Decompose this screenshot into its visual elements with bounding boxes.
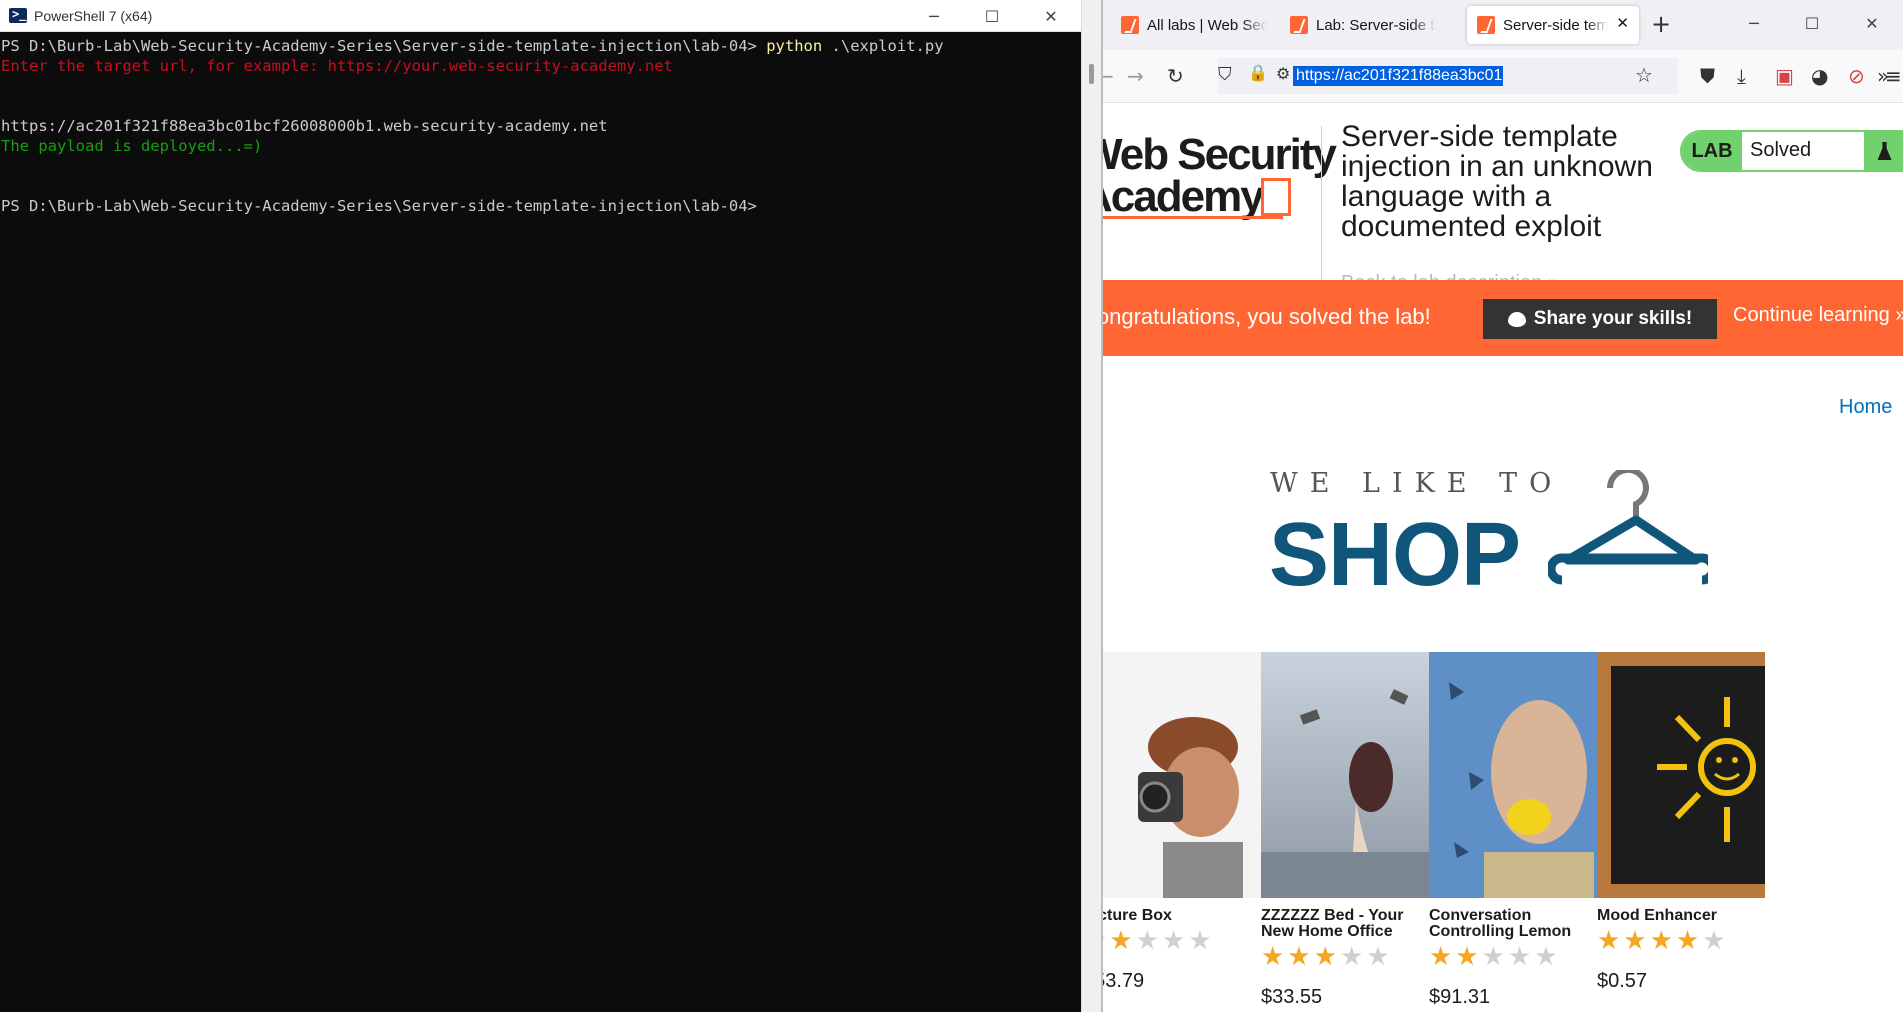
url-text[interactable]: https://ac201f321f88ea3bc01bcf26008000b1… xyxy=(1293,66,1503,86)
terminal-text: python xyxy=(766,37,823,55)
product-name[interactable]: Mood Enhancer xyxy=(1597,908,1765,924)
academy-logo[interactable]: Academy xyxy=(1103,172,1265,222)
congratulations-banner: Congratulations, you solved the lab! Sha… xyxy=(1103,280,1903,356)
extension-icon[interactable]: ◕ xyxy=(1811,64,1828,88)
terminal-line: PS D:\Burb-Lab\Web-Security-Academy-Seri… xyxy=(1,36,1081,56)
tab-all-labs[interactable]: All labs | Web Security Academy xyxy=(1111,6,1273,44)
lemon-image[interactable] xyxy=(1429,652,1597,898)
terminal-text: The payload is deployed...=) xyxy=(1,137,263,155)
product-card[interactable]: Mood Enhancer ★★★★★ $0.57 xyxy=(1597,652,1765,1012)
terminal-output[interactable]: PS D:\Burb-Lab\Web-Security-Academy-Seri… xyxy=(0,36,1081,1012)
logo-underline xyxy=(1103,216,1283,219)
navigation-bar: ← → ↻ ⛉ 🔒 ⚙ ☆ https://ac201f321f88ea3bc0… xyxy=(1103,50,1903,103)
new-tab-button[interactable]: + xyxy=(1651,10,1671,38)
terminal-scrollbar[interactable] xyxy=(1081,0,1101,1012)
terminal-text: .\exploit.py xyxy=(822,37,944,55)
terminal-line: https://ac201f321f88ea3bc01bcf26008000b1… xyxy=(1,116,1081,136)
share-label: Share your skills! xyxy=(1533,308,1693,329)
product-name[interactable]: ZZZZZZ Bed - Your New Home Office xyxy=(1261,908,1429,940)
lab-status: Solved xyxy=(1750,139,1812,161)
download-icon[interactable]: ⤓ xyxy=(1737,64,1746,88)
product-price: $33.55 xyxy=(1261,986,1323,1008)
portswigger-favicon-icon xyxy=(1477,16,1495,34)
tab-label: Server-side template injection xyxy=(1503,16,1608,34)
terminal-text: PS D:\Burb-Lab\Web-Security-Academy-Seri… xyxy=(1,37,767,55)
close-tab-icon[interactable]: ✕ xyxy=(1616,14,1629,32)
shop-banner-subtitle: WE LIKE TO xyxy=(1270,468,1564,499)
maximize-button[interactable]: ☐ xyxy=(1783,0,1841,46)
minimize-button[interactable]: ─ xyxy=(905,0,963,32)
terminal-line: Enter the target url, for example: https… xyxy=(1,56,1081,76)
powershell-titlebar[interactable]: >_ PowerShell 7 (x64) ─ ☐ ✕ xyxy=(0,0,1081,32)
share-skills-button[interactable]: Share your skills! xyxy=(1483,299,1717,339)
lab-status-badge: LAB Solved xyxy=(1680,130,1903,172)
page-content: Web Security Academy Server-side templat… xyxy=(1103,104,1903,1012)
twitter-icon xyxy=(1507,311,1526,327)
picture-box-image[interactable] xyxy=(1103,652,1271,898)
portswigger-favicon-icon xyxy=(1121,16,1139,34)
close-button[interactable]: ✕ xyxy=(1021,0,1081,32)
continue-learning-link[interactable]: Continue learning » xyxy=(1733,304,1903,327)
tab-label: Lab: Server-side template injection xyxy=(1316,16,1436,34)
tab-lab-page[interactable]: Server-side template injection ✕ xyxy=(1467,6,1639,44)
terminal-text: https://ac201f321f88ea3bc01bcf26008000b1… xyxy=(1,117,608,135)
academy-header: Web Security Academy Server-side templat… xyxy=(1103,104,1903,298)
product-name[interactable]: Picture Box xyxy=(1103,908,1273,924)
mood-enhancer-image[interactable] xyxy=(1597,652,1765,898)
product-price: $0.57 xyxy=(1597,970,1648,992)
bookmark-star-icon[interactable]: ☆ xyxy=(1635,63,1653,87)
congratulations-text: Congratulations, you solved the lab! xyxy=(1103,304,1431,329)
product-card[interactable]: Conversation Controlling Lemon ★★★★★ $91… xyxy=(1429,652,1597,1012)
star-rating: ★★★★★ xyxy=(1261,942,1393,972)
product-name[interactable]: Conversation Controlling Lemon xyxy=(1429,908,1597,940)
lab-label: LAB xyxy=(1682,132,1742,170)
tab-bar: All labs | Web Security Academy Lab: Ser… xyxy=(1103,0,1903,50)
bed-image[interactable] xyxy=(1261,652,1429,898)
permissions-icon[interactable]: ⚙ xyxy=(1276,64,1290,83)
product-price: $53.79 xyxy=(1103,970,1145,992)
firefox-window: All labs | Web Security Academy Lab: Ser… xyxy=(1103,0,1903,1012)
pocket-icon[interactable]: ⛊ xyxy=(1700,64,1715,88)
hanger-icon xyxy=(1548,470,1708,585)
powershell-window: >_ PowerShell 7 (x64) ─ ☐ ✕ PS D:\Burb-L… xyxy=(0,0,1081,1012)
terminal-text: Enter the target url, for example: https… xyxy=(1,57,673,75)
extension-icon[interactable]: ▣ xyxy=(1775,64,1794,88)
portswigger-favicon-icon xyxy=(1290,16,1308,34)
terminal-line: PS D:\Burb-Lab\Web-Security-Academy-Seri… xyxy=(1,196,1081,216)
close-button[interactable]: ✕ xyxy=(1841,0,1903,46)
maximize-button[interactable]: ☐ xyxy=(963,0,1021,32)
tracking-protection-icon[interactable]: ⛉ xyxy=(1218,64,1232,85)
minimize-button[interactable]: ─ xyxy=(1725,0,1783,46)
header-divider xyxy=(1321,126,1322,298)
lab-title: Server-side template injection in an unk… xyxy=(1341,120,1653,243)
product-price: $91.31 xyxy=(1429,986,1491,1008)
star-rating: ★★★★★ xyxy=(1597,926,1729,956)
terminal-text: PS D:\Burb-Lab\Web-Security-Academy-Seri… xyxy=(1,197,757,215)
shop-banner-title: SHOP xyxy=(1269,505,1521,605)
menu-icon[interactable]: ≡ xyxy=(1885,64,1902,88)
powershell-icon: >_ xyxy=(9,7,27,23)
back-icon[interactable]: ← xyxy=(1103,64,1114,88)
star-rating: ★★★★★ xyxy=(1103,926,1215,956)
lock-icon[interactable]: 🔒 xyxy=(1248,63,1268,82)
scrollbar-thumb[interactable] xyxy=(1089,64,1094,84)
forward-icon[interactable]: → xyxy=(1127,64,1144,88)
window-title: PowerShell 7 (x64) xyxy=(34,8,153,24)
star-rating: ★★★★★ xyxy=(1429,942,1561,972)
logo-bolt-icon xyxy=(1261,178,1291,216)
reload-icon[interactable]: ↻ xyxy=(1167,64,1184,88)
tab-label: All labs | Web Security Academy xyxy=(1147,16,1267,34)
tab-lab-description[interactable]: Lab: Server-side template injection xyxy=(1280,6,1440,44)
product-card[interactable]: Picture Box ★★★★★ $53.79 xyxy=(1103,652,1271,1012)
product-card[interactable]: ZZZZZZ Bed - Your New Home Office ★★★★★ … xyxy=(1261,652,1429,1012)
terminal-line: The payload is deployed...=) xyxy=(1,136,1081,156)
flask-icon xyxy=(1864,132,1901,170)
home-link[interactable]: Home xyxy=(1839,396,1892,419)
extension-icon[interactable]: ⊘ xyxy=(1848,64,1865,88)
